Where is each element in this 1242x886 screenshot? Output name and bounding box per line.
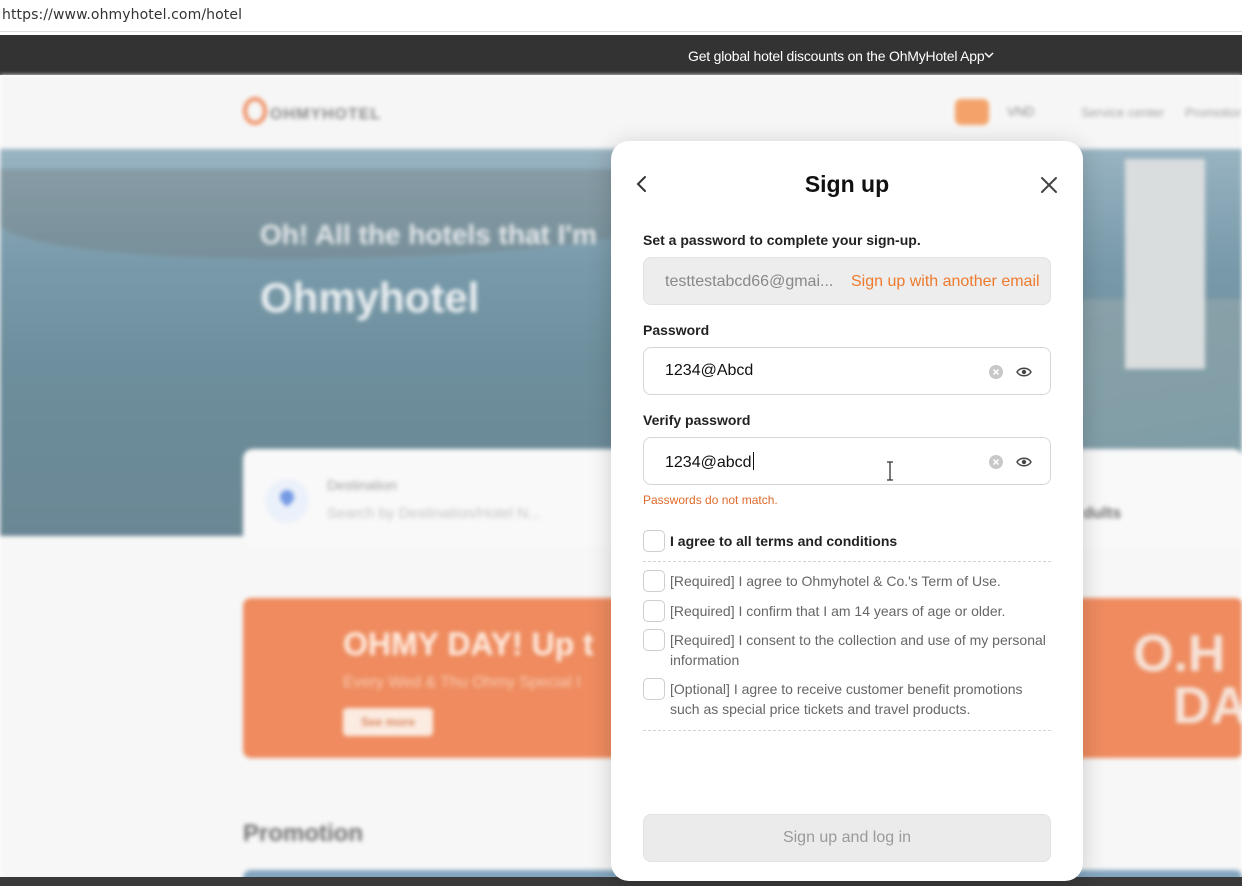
agree-all-label: I agree to all terms and conditions	[670, 533, 898, 549]
app-promo-text: Get global hotel discounts on the OhMyHo…	[688, 48, 985, 64]
password-field[interactable]: 1234@Abcd	[643, 347, 1051, 395]
email-field: testtestabcd66@gmai... Sign up with anot…	[643, 257, 1051, 305]
modal-title: Sign up	[804, 171, 890, 197]
eye-icon[interactable]	[1016, 456, 1032, 468]
app-promo-bar[interactable]: Get global hotel discounts on the OhMyHo…	[0, 35, 1242, 75]
marketing-checkbox[interactable]	[643, 678, 665, 700]
text-cursor-icon	[887, 461, 893, 481]
divider	[643, 561, 1051, 562]
signup-login-button[interactable]: Sign up and log in	[643, 814, 1051, 862]
modal-subtitle: Set a password to complete your sign-up.	[643, 232, 921, 248]
personal-info-label: [Required] I consent to the collection a…	[670, 632, 1046, 668]
text-caret	[752, 452, 754, 470]
password-value: 1234@Abcd	[665, 362, 754, 379]
age-confirm-checkbox[interactable]	[643, 600, 665, 622]
verify-password-value: 1234@abcd	[665, 454, 752, 471]
signup-modal: Sign up Set a password to complete your …	[611, 141, 1083, 881]
url-text: https://www.ohmyhotel.com/hotel	[2, 7, 243, 23]
password-mismatch-error: Passwords do not match.	[643, 493, 778, 507]
divider	[643, 730, 1051, 731]
verify-password-label: Verify password	[643, 412, 751, 428]
clear-icon[interactable]	[989, 455, 1003, 469]
personal-info-checkbox[interactable]	[643, 629, 665, 651]
terms-of-use-checkbox[interactable]	[643, 570, 665, 592]
chevron-down-icon	[984, 52, 994, 59]
password-label: Password	[643, 322, 710, 338]
email-value: testtestabcd66@gmai...	[665, 273, 834, 290]
terms-of-use-label: [Required] I agree to Ohmyhotel & Co.'s …	[670, 573, 1001, 589]
clear-icon[interactable]	[989, 365, 1003, 379]
age-confirm-label: [Required] I confirm that I am 14 years …	[670, 603, 1006, 619]
verify-password-value-wrap: 1234@abcd	[665, 452, 754, 472]
eye-icon[interactable]	[1016, 366, 1032, 378]
verify-password-field[interactable]: 1234@abcd	[643, 437, 1051, 485]
address-bar[interactable]: https://www.ohmyhotel.com/hotel	[0, 0, 1242, 32]
marketing-label: [Optional] I agree to receive customer b…	[670, 681, 1023, 717]
agree-all-checkbox[interactable]	[643, 530, 665, 552]
another-email-link[interactable]: Sign up with another email	[851, 273, 1040, 291]
close-icon[interactable]	[1039, 175, 1059, 195]
